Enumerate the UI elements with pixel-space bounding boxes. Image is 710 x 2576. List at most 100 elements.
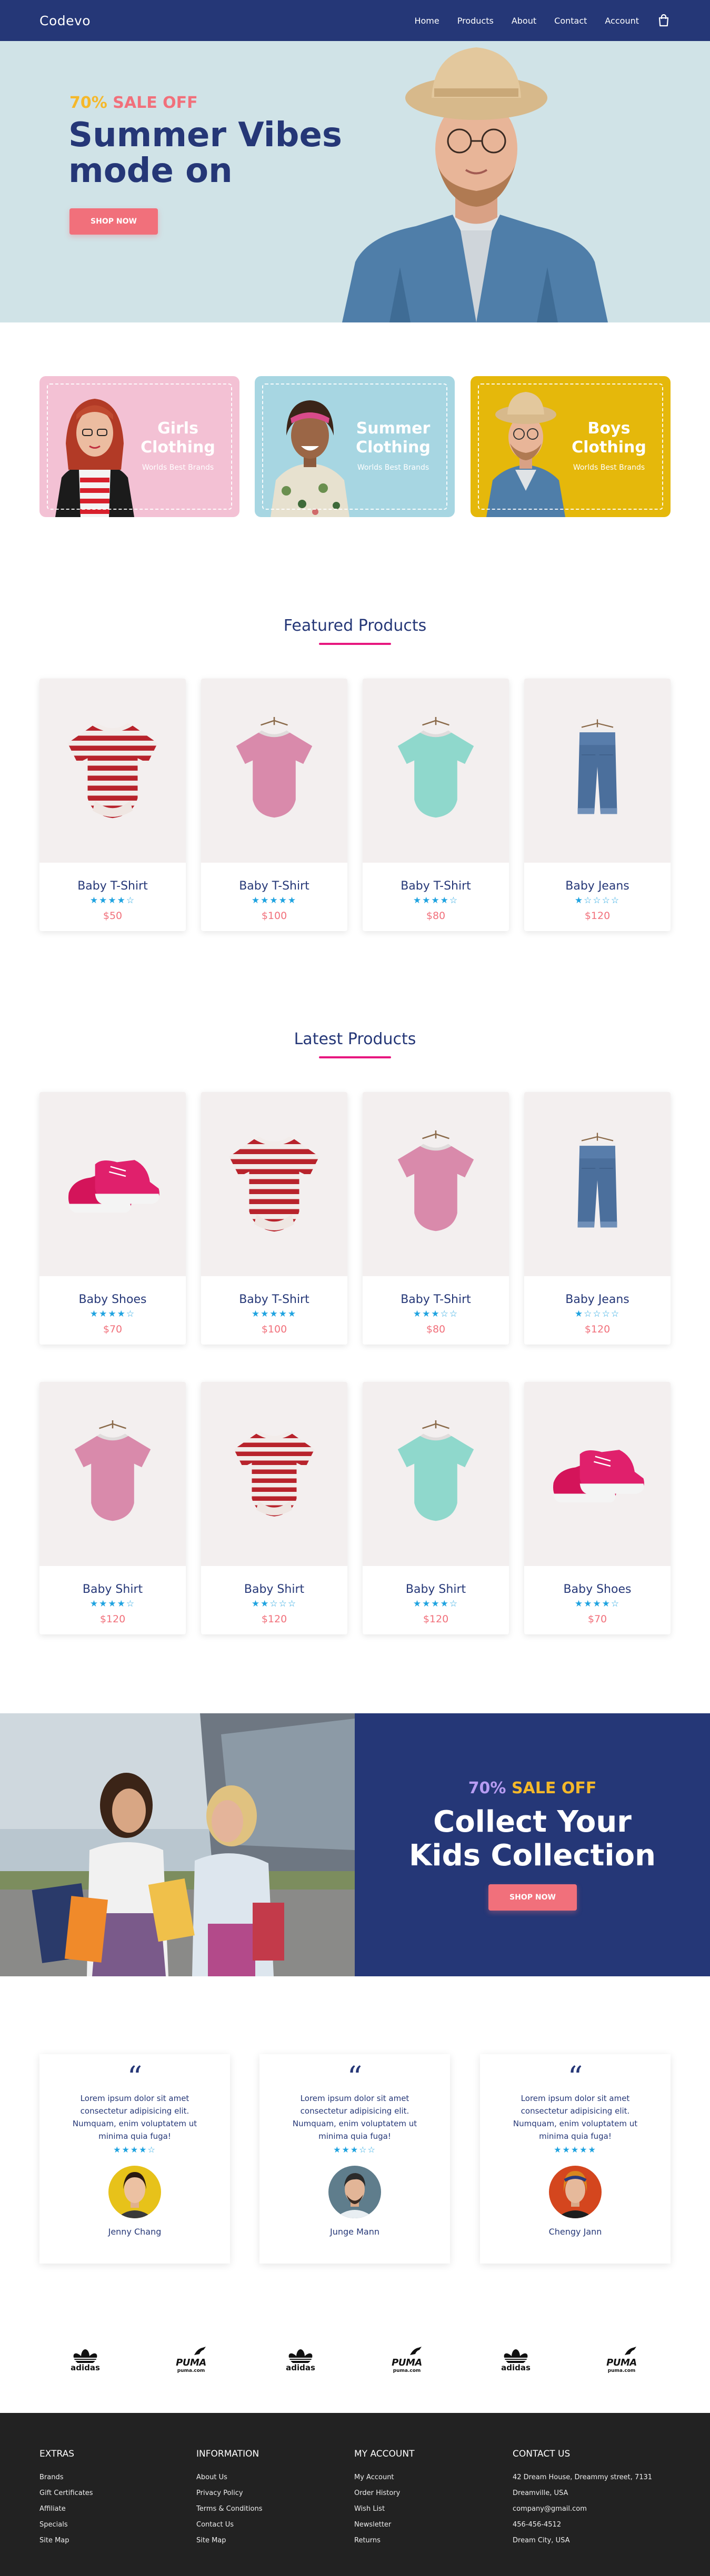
product-name: Baby Jeans [565,880,629,893]
site-logo[interactable]: Codevo [39,13,91,28]
category-card-girls[interactable]: Girls Clothing Worlds Best Brands [39,376,239,517]
nav-link-home[interactable]: Home [414,16,439,26]
product-card[interactable]: Baby Jeans ★☆☆☆☆ $120 [524,1092,671,1345]
product-name: Baby Shoes [563,1583,632,1596]
footer-link[interactable]: Newsletter [354,2517,414,2533]
product-price: $120 [261,1613,287,1625]
adidas-trefoil-icon [73,2349,97,2363]
promo-sale-text: 70% SALE OFF [355,1779,710,1797]
footer-contact-address: 42 Dream House, Dreammy street, 7131 [513,2473,653,2481]
product-card[interactable]: Baby Jeans ★☆☆☆☆ $120 [524,679,671,931]
product-card[interactable]: Baby T-Shirt ★★★★☆ $50 [39,679,186,931]
brand-logo-adidas[interactable]: adidas [62,2341,109,2378]
product-card[interactable]: Baby Shirt ★★★★☆ $120 [39,1382,186,1634]
nav-link-contact[interactable]: Contact [554,16,587,26]
nav-link-products[interactable]: Products [457,16,494,26]
footer-column-extras: EXTRAS Brands Gift Certificates Affiliat… [39,2449,93,2549]
nav-link-account[interactable]: Account [605,16,639,26]
category-title: Boys Clothing [569,419,648,457]
avatar [108,2166,161,2218]
testimonial-card: “ Lorem ipsum dolor sit amet consectetur… [39,2054,230,2264]
product-card[interactable]: Baby Shoes ★★★★☆ $70 [524,1382,671,1634]
product-card[interactable]: Baby T-Shirt ★★★☆☆ $80 [363,1092,509,1345]
quote-icon: “ [567,2060,583,2095]
product-rating-stars: ★★★★★ [251,895,297,906]
latest-products-underline [319,1056,391,1058]
brand-logo-adidas[interactable]: adidas [492,2341,539,2378]
footer-contact-phone[interactable]: 456-456-4512 [513,2517,652,2533]
product-card[interactable]: Baby T-Shirt ★★★★★ $100 [201,679,347,931]
footer-link[interactable]: Wish List [354,2501,414,2517]
footer-link[interactable]: About Us [196,2470,263,2486]
brand-url: puma.com [607,2368,636,2373]
hero-model-image [342,47,608,322]
testimonial-author: Junge Mann [330,2227,379,2237]
footer-link[interactable]: Returns [354,2533,414,2549]
promo-shopping-image [0,1713,355,1976]
category-title-line1: Summer [356,419,431,438]
brand-logo-puma[interactable]: PUMA puma.com [598,2341,645,2378]
brand-name: adidas [286,2363,315,2372]
footer-link[interactable]: Site Map [39,2533,93,2549]
shopping-bag-icon[interactable] [657,14,671,27]
product-rating-stars: ★★★★☆ [413,1599,459,1609]
footer-heading: INFORMATION [196,2449,259,2459]
product-rating-stars: ★★★☆☆ [413,1309,459,1319]
product-price: $100 [261,910,287,922]
category-title-line2: Clothing [572,438,646,457]
nav-link-about[interactable]: About [512,16,536,26]
promo-sale-label: SALE OFF [506,1779,597,1797]
brand-url: puma.com [393,2368,421,2373]
footer-link[interactable]: Terms & Conditions [196,2501,263,2517]
product-card[interactable]: Baby Shirt ★★★★☆ $120 [363,1382,509,1634]
footer-contact-email[interactable]: company@gmail.com [513,2501,652,2517]
product-name: Baby Jeans [565,1293,629,1306]
brand-logo-puma[interactable]: PUMA puma.com [167,2341,215,2378]
footer-link[interactable]: Affiliate [39,2501,93,2517]
testimonial-text: Lorem ipsum dolor sit amet consectetur a… [72,2094,197,2141]
product-card[interactable]: Baby Shoes ★★★★☆ $70 [39,1092,186,1345]
hero-shop-now-button[interactable]: SHOP NOW [69,208,158,235]
brand-name: PUMA [606,2357,637,2368]
category-subtitle: Worlds Best Brands [357,463,429,472]
footer-link[interactable]: Order History [354,2486,414,2501]
footer-link[interactable]: Privacy Policy [196,2486,263,2501]
category-subtitle: Worlds Best Brands [142,463,214,472]
brand-name: PUMA [392,2357,422,2368]
product-card[interactable]: Baby Shirt ★★☆☆☆ $120 [201,1382,347,1634]
brand-url: puma.com [177,2368,205,2373]
testimonial-rating-stars: ★★★★★ [554,2145,597,2155]
product-price: $120 [584,1324,611,1335]
footer-link[interactable]: My Account [354,2470,414,2486]
testimonial-author: Jenny Chang [108,2227,162,2237]
brand-name: adidas [71,2363,100,2372]
hero-sale-percent: 70% [69,94,107,112]
category-card-summer[interactable]: Summer Clothing Worlds Best Brands [255,376,455,517]
site-footer: EXTRAS Brands Gift Certificates Affiliat… [0,2413,710,2576]
product-image [363,1092,509,1276]
footer-link[interactable]: Site Map [196,2533,263,2549]
product-price: $70 [103,1324,123,1335]
product-rating-stars: ★☆☆☆☆ [574,895,621,906]
brand-logo-adidas[interactable]: adidas [277,2341,324,2378]
category-card-boys[interactable]: Boys Clothing Worlds Best Brands [471,376,671,517]
product-card[interactable]: Baby T-Shirt ★★★★★ $100 [201,1092,347,1345]
product-name: Baby T-Shirt [239,1293,309,1306]
quote-icon: “ [347,2060,363,2095]
brand-logo-puma[interactable]: PUMA puma.com [383,2341,431,2378]
puma-cat-icon [194,2346,206,2355]
footer-link[interactable]: Specials [39,2517,93,2533]
featured-products-underline [319,643,391,645]
footer-heading: EXTRAS [39,2449,75,2459]
featured-products-title: Featured Products [283,617,427,635]
footer-link[interactable]: Brands [39,2470,93,2486]
product-card[interactable]: Baby T-Shirt ★★★★☆ $80 [363,679,509,931]
footer-column-information: INFORMATION About Us Privacy Policy Term… [196,2449,263,2549]
promo-shop-now-button[interactable]: SHOP NOW [488,1884,577,1911]
hero-sale-label: SALE OFF [107,94,198,112]
product-name: Baby Shirt [244,1583,305,1596]
product-image [39,1382,186,1566]
product-price: $120 [423,1613,449,1625]
footer-link[interactable]: Gift Certificates [39,2486,93,2501]
footer-link[interactable]: Contact Us [196,2517,263,2533]
